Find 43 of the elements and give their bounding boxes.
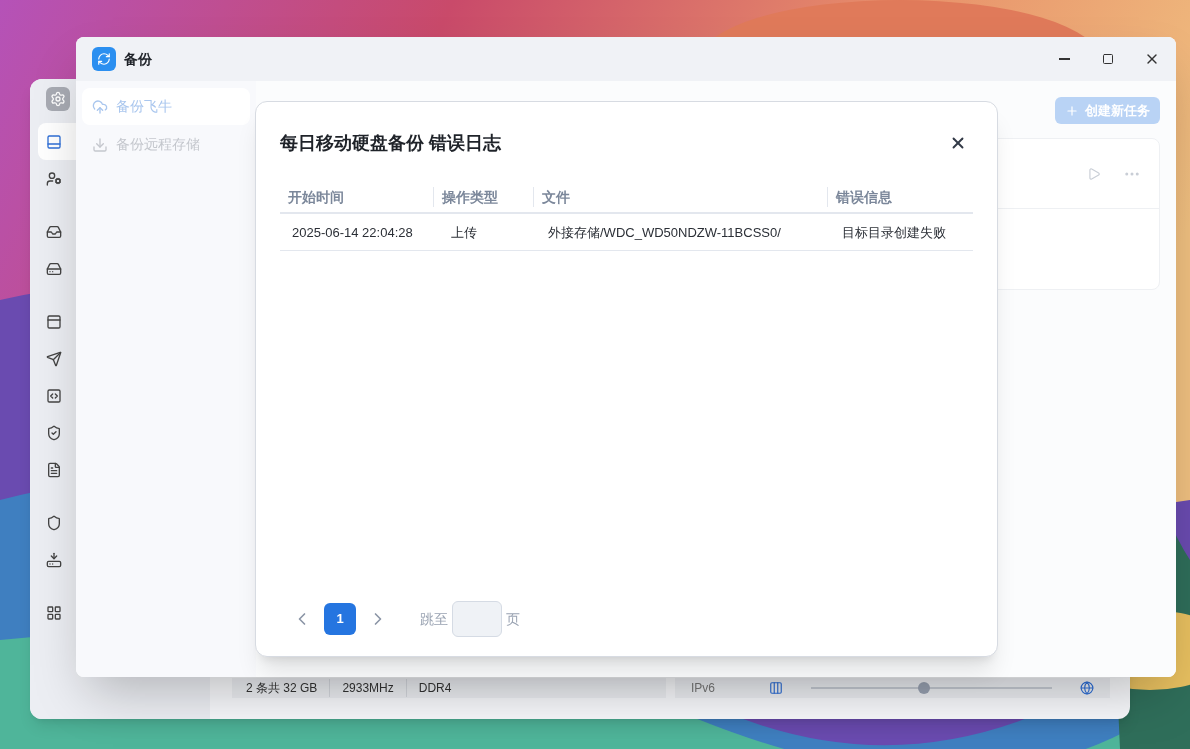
globe-icon bbox=[1080, 681, 1094, 695]
create-task-button[interactable]: 创建新任务 bbox=[1055, 97, 1160, 124]
window-title: 备份 bbox=[124, 49, 152, 69]
table-cell: 2025-06-14 22:04:28 bbox=[292, 225, 413, 240]
table-cell: 目标目录创建失败 bbox=[842, 225, 946, 240]
grid-icon bbox=[46, 604, 62, 621]
drive-icon bbox=[46, 260, 62, 277]
memory-info: 2 条共 32 GB bbox=[246, 680, 319, 697]
table-cell: 外接存储/WDC_WD50NDZW-11BCSS0/ bbox=[548, 225, 781, 240]
column-header: 错误信息 bbox=[836, 187, 892, 207]
column-header: 文件 bbox=[542, 187, 570, 207]
shield-check-icon bbox=[46, 424, 62, 441]
memory-info: 2933MHz bbox=[329, 679, 406, 697]
jump-label: 跳至 bbox=[420, 609, 448, 629]
code-icon bbox=[46, 387, 62, 404]
plus-icon bbox=[1065, 103, 1079, 118]
network-slider[interactable] bbox=[811, 682, 1052, 694]
panel-icon bbox=[46, 133, 62, 150]
page-input[interactable] bbox=[452, 601, 502, 637]
settings-app-icon bbox=[46, 87, 70, 111]
dialog-title: 每日移动硬盘备份 错误日志 bbox=[280, 131, 501, 155]
network-icon bbox=[769, 681, 783, 695]
app-icon bbox=[92, 47, 116, 71]
minimize-icon bbox=[1058, 58, 1070, 60]
document-icon bbox=[46, 461, 62, 478]
page-suffix: 页 bbox=[506, 609, 520, 629]
download-icon bbox=[92, 136, 108, 153]
column-header: 操作类型 bbox=[442, 187, 498, 207]
send-icon bbox=[46, 350, 62, 367]
cloud-upload-icon bbox=[92, 98, 108, 115]
inbox-icon bbox=[46, 223, 62, 240]
maximize-icon bbox=[1102, 53, 1114, 65]
drive-download-icon bbox=[46, 551, 62, 568]
network-label: IPv6 bbox=[691, 680, 716, 697]
memory-info: DDR4 bbox=[405, 679, 464, 697]
table-cell: 上传 bbox=[451, 225, 477, 240]
window-icon bbox=[46, 313, 62, 330]
shield-icon bbox=[46, 514, 62, 531]
page-button[interactable]: 1 bbox=[324, 603, 356, 635]
user-gear-icon bbox=[46, 170, 62, 187]
slider-thumb[interactable] bbox=[918, 682, 931, 694]
column-header: 开始时间 bbox=[288, 187, 344, 207]
sidebar-item[interactable]: 备份飞牛 bbox=[82, 88, 250, 125]
